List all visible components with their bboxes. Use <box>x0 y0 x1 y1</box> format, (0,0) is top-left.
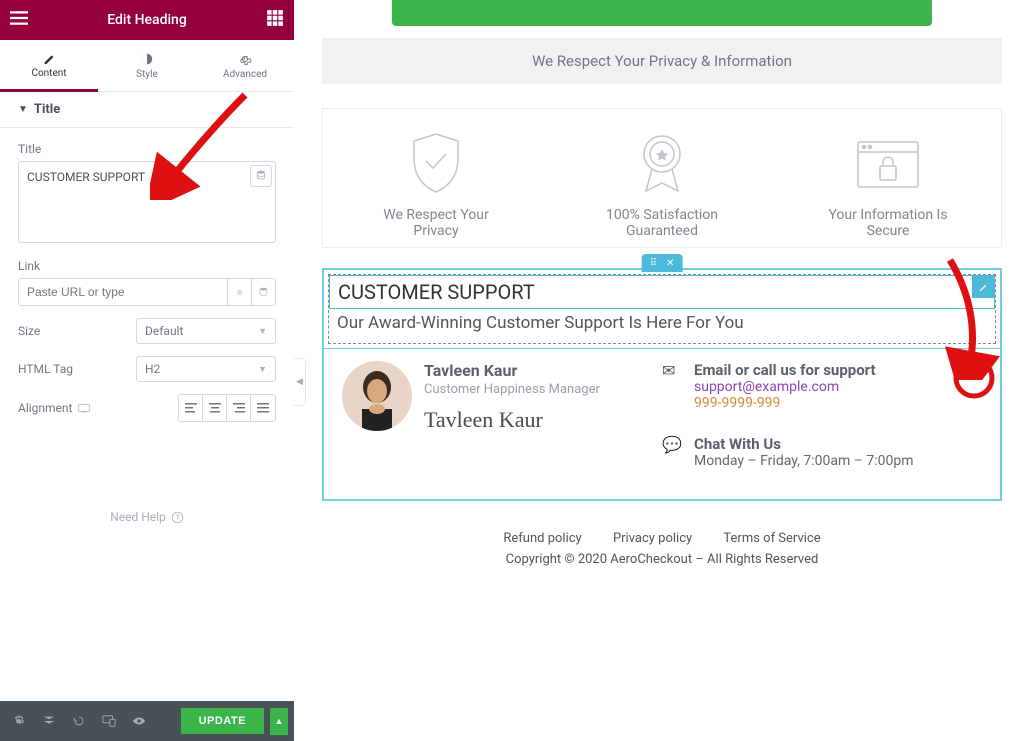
contact-chat: 💬 Chat With Us Monday – Friday, 7:00am –… <box>662 435 982 469</box>
trust-badges-row: We Respect Your Privacy 100% Satisfactio… <box>322 108 1002 248</box>
need-help-link[interactable]: Need Help ? <box>0 440 294 524</box>
tab-content[interactable]: Content <box>0 40 98 92</box>
person-info: Tavleen Kaur Customer Happiness Manager … <box>424 361 600 493</box>
contact-email-link[interactable]: support@example.com <box>694 379 876 395</box>
sidebar-header: Edit Heading <box>0 0 294 40</box>
footer-links: Refund policy Privacy policy Terms of Se… <box>322 531 1002 546</box>
chat-icon: 💬 <box>662 435 678 469</box>
link-dynamic-button[interactable] <box>252 278 276 306</box>
privacy-notice-bar: We Respect Your Privacy & Information <box>322 38 1002 84</box>
preview-icon[interactable] <box>126 708 152 734</box>
align-left-button[interactable] <box>179 395 203 421</box>
contact-email-title: Email or call us for support <box>694 361 876 379</box>
alignment-group <box>178 394 276 422</box>
tab-advanced[interactable]: Advanced <box>196 40 294 91</box>
history-icon[interactable] <box>66 708 92 734</box>
sidebar-footer: UPDATE ▲ <box>0 701 294 741</box>
trust-satisfaction: 100% Satisfaction Guaranteed <box>549 127 775 239</box>
html-tag-value: H2 <box>145 362 160 376</box>
shield-check-icon <box>333 127 539 201</box>
chevron-down-icon: ▼ <box>258 326 267 337</box>
title-input[interactable]: CUSTOMER SUPPORT <box>18 161 276 243</box>
inner-column[interactable]: CUSTOMER SUPPORT Our Award-Winning Custo… <box>328 274 996 344</box>
contact-chat-title: Chat With Us <box>694 435 914 453</box>
avatar <box>342 361 412 431</box>
link-options-button[interactable] <box>228 278 252 306</box>
size-value: Default <box>145 324 183 338</box>
tab-content-label: Content <box>31 68 66 79</box>
html-tag-label: HTML Tag <box>18 362 136 376</box>
settings-icon[interactable] <box>6 708 32 734</box>
support-row: Tavleen Kaur Customer Happiness Manager … <box>324 348 1000 499</box>
responsive-icon[interactable] <box>78 403 90 413</box>
heading-widget[interactable]: CUSTOMER SUPPORT <box>329 275 995 309</box>
navigator-icon[interactable] <box>36 708 62 734</box>
control-size: Size Default ▼ <box>18 318 276 344</box>
align-right-button[interactable] <box>227 395 251 421</box>
update-options-button[interactable]: ▲ <box>270 708 288 735</box>
copyright: Copyright © 2020 AeroCheckout – All Righ… <box>322 552 1002 567</box>
control-html-tag: HTML Tag H2 ▼ <box>18 356 276 382</box>
size-select[interactable]: Default ▼ <box>136 318 276 344</box>
edit-widget-button[interactable] <box>972 276 994 298</box>
tab-advanced-label: Advanced <box>223 69 267 80</box>
trust-privacy: We Respect Your Privacy <box>323 127 549 239</box>
responsive-mode-icon[interactable] <box>96 708 122 734</box>
support-person: Tavleen Kaur Customer Happiness Manager … <box>342 361 662 493</box>
close-icon[interactable]: ✕ <box>666 258 674 269</box>
hamburger-icon[interactable] <box>10 9 28 31</box>
title-label: Title <box>18 142 276 156</box>
dynamic-tags-button[interactable] <box>250 165 272 187</box>
section-title-label: Title <box>34 102 60 117</box>
link-input[interactable] <box>18 278 228 306</box>
contact-column: ✉ Email or call us for support support@e… <box>662 361 982 493</box>
trust-secure: Your Information Is Secure <box>775 127 1001 239</box>
person-name: Tavleen Kaur <box>424 361 600 380</box>
tab-style-label: Style <box>136 69 158 80</box>
sidebar-title: Edit Heading <box>28 12 266 28</box>
update-button[interactable]: UPDATE <box>181 708 264 734</box>
subheading-text: Our Award-Winning Customer Support Is He… <box>329 309 995 343</box>
apps-grid-icon[interactable] <box>266 9 284 31</box>
contact-chat-hours: Monday – Friday, 7:00am – 7:00pm <box>694 453 914 469</box>
editor-sidebar: Edit Heading Content Style Advanced ▼ Ti… <box>0 0 294 741</box>
section-handle[interactable]: ⠿ ✕ <box>642 254 683 272</box>
heading-text: CUSTOMER SUPPORT <box>338 280 986 304</box>
drag-handle-icon[interactable]: ⠿ <box>650 258 658 269</box>
footer-link-refund[interactable]: Refund policy <box>503 531 581 546</box>
buy-button-cropped[interactable] <box>392 0 932 26</box>
alignment-label: Alignment <box>18 401 136 415</box>
envelope-icon: ✉ <box>662 361 678 411</box>
align-justify-button[interactable] <box>251 395 275 421</box>
caret-down-icon: ▼ <box>18 104 28 115</box>
control-alignment: Alignment <box>18 394 276 422</box>
selected-section[interactable]: ⠿ ✕ CUSTOMER SUPPORT Our Award-Winning C… <box>322 268 1002 501</box>
browser-lock-icon <box>785 127 991 201</box>
contact-phone[interactable]: 999-9999-999 <box>694 395 876 411</box>
footer-link-privacy[interactable]: Privacy policy <box>613 531 692 546</box>
sidebar-tabs: Content Style Advanced <box>0 40 294 92</box>
footer-link-tos[interactable]: Terms of Service <box>723 531 820 546</box>
ribbon-icon <box>559 127 765 201</box>
person-signature: Tavleen Kaur <box>424 407 600 433</box>
control-link: Link <box>18 259 276 306</box>
align-center-button[interactable] <box>203 395 227 421</box>
section-title-toggle[interactable]: ▼ Title <box>0 92 294 128</box>
collapse-sidebar-button[interactable]: ◀ <box>294 358 306 406</box>
chevron-down-icon: ▼ <box>258 364 267 375</box>
contact-email: ✉ Email or call us for support support@e… <box>662 361 982 411</box>
html-tag-select[interactable]: H2 ▼ <box>136 356 276 382</box>
svg-text:?: ? <box>176 512 180 521</box>
control-title: Title CUSTOMER SUPPORT <box>18 142 276 247</box>
controls: Title CUSTOMER SUPPORT Link Size <box>0 128 294 440</box>
person-role: Customer Happiness Manager <box>424 382 600 397</box>
size-label: Size <box>18 324 136 338</box>
link-label: Link <box>18 259 276 273</box>
panel: ▼ Title Title CUSTOMER SUPPORT Link <box>0 92 294 524</box>
tab-style[interactable]: Style <box>98 40 196 91</box>
page-canvas: We Respect Your Privacy & Information We… <box>294 0 1024 741</box>
